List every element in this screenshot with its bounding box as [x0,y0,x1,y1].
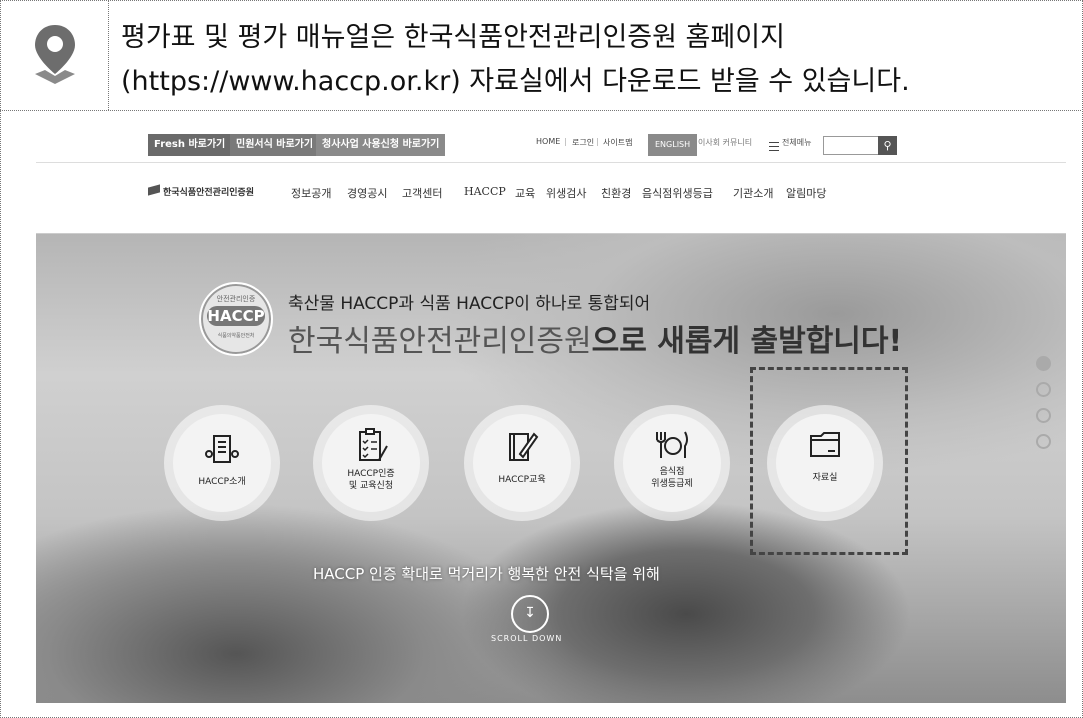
login-link[interactable]: 로그인 [572,137,594,148]
hero-title-rest: 으로 새롭게 출발합니다! [591,324,903,359]
nav-item[interactable]: 경영공시 [347,185,387,201]
slide-dot[interactable] [1036,408,1051,423]
note-header: 평가표 및 평가 매뉴얼은 한국식품안전관리인증원 홈페이지 (https://… [0,0,1081,111]
hero-title-org: 한국식품안전관리인증원 [288,324,592,359]
sitemap-link[interactable]: 사이트맵 [603,137,632,148]
nav-item[interactable]: 위생검사 [546,185,586,201]
haccp-homepage-screenshot: Fresh 바로가기 민원서식 바로가기 청사사업 사용신청 바로가기 HOME… [36,118,1066,703]
note-line-2: (https://www.haccp.or.kr) 자료실에서 다운로드 받을 … [121,66,910,97]
search-icon[interactable]: ⚲ [878,136,897,155]
hero-title: 한국식품안전관리인증원으로 새롭게 출발합니다! [288,316,902,360]
slide-dot[interactable] [1036,434,1051,449]
quick-link-label: 위생등급제 [651,479,693,489]
hero-tagline: HACCP 인증 확대로 먹거리가 행복한 안전 식탁을 위해 [313,565,660,583]
util-separator: | [596,137,599,146]
scroll-down-label: SCROLL DOWN [491,634,563,643]
logo-icon [148,184,160,196]
search-input[interactable] [823,136,879,155]
board-link[interactable]: 이사회 커뮤니티 [698,137,752,148]
hamburger-icon[interactable] [769,142,779,151]
main-navbar: 한국식품안전관리인증원 정보공개 경영공시 고객센터 HACCP 교육 위생검사… [36,163,1066,234]
dining-icon [656,431,688,458]
top-utility-bar: Fresh 바로가기 민원서식 바로가기 청사사업 사용신청 바로가기 HOME… [36,118,1066,163]
nav-item[interactable]: 기관소개 [733,185,773,201]
tab-fresh[interactable]: Fresh 바로가기 [148,134,232,156]
badge-top-text: 안전관리인증 [216,295,256,303]
quick-link-label: HACCP소개 [198,477,246,487]
badge-bottom-text: 식품의약품안전처 [217,333,255,339]
home-link[interactable]: HOME [536,137,560,146]
quick-link-haccp-education[interactable]: HACCP교육 [473,414,571,512]
nav-item[interactable]: 고객센터 [402,185,442,201]
tab-facility[interactable]: 청사사업 사용신청 바로가기 [316,134,446,156]
quick-link-label: 음식점 [659,467,685,477]
quick-link-label: HACCP인증 [347,469,395,479]
quick-link-restaurant-grade[interactable]: 음식점 위생등급제 [623,414,721,512]
highlight-dashed-box [750,367,908,555]
slide-dot-active[interactable] [1036,356,1051,371]
note-line-1: 평가표 및 평가 매뉴얼은 한국식품안전관리인증원 홈페이지 [121,22,785,53]
nav-item[interactable]: 교육 [515,185,535,201]
util-separator: | [564,137,567,146]
document-icon [205,435,239,463]
badge-main-text: HACCP [207,306,265,326]
pin-cell [0,0,109,110]
book-pen-icon [509,432,539,461]
site-logo[interactable]: 한국식품안전관리인증원 [163,185,254,198]
haccp-badge: 안전관리인증 HACCP 식품의약품안전처 [199,282,273,356]
nav-item[interactable]: HACCP [464,185,506,198]
all-menu-link[interactable]: 전체메뉴 [782,137,811,148]
nav-item[interactable]: 알림마당 [786,185,826,201]
quick-link-label: HACCP교육 [498,475,546,485]
quick-link-haccp-intro[interactable]: HACCP소개 [173,414,271,512]
quick-link-haccp-apply[interactable]: HACCP인증 및 교육신청 [322,414,420,512]
nav-item[interactable]: 정보공개 [291,185,331,201]
hero-subtitle: 축산물 HACCP과 식품 HACCP이 하나로 통합되어 [288,294,651,314]
slide-dot[interactable] [1036,382,1051,397]
scroll-down-icon[interactable]: ↧ [511,595,549,633]
english-button[interactable]: ENGLISH [648,134,698,156]
location-pin-icon [35,25,75,84]
hero-banner: 안전관리인증 HACCP 식품의약품안전처 축산물 HACCP과 식품 HACC… [36,234,1066,703]
nav-item[interactable]: 친환경 [601,185,631,201]
note-text: 평가표 및 평가 매뉴얼은 한국식품안전관리인증원 홈페이지 (https://… [121,16,1071,104]
quick-link-label: 및 교육신청 [348,481,394,491]
clipboard-icon [359,428,388,461]
tab-forms[interactable]: 민원서식 바로가기 [230,134,320,156]
nav-item[interactable]: 음식점위생등급 [642,185,713,201]
